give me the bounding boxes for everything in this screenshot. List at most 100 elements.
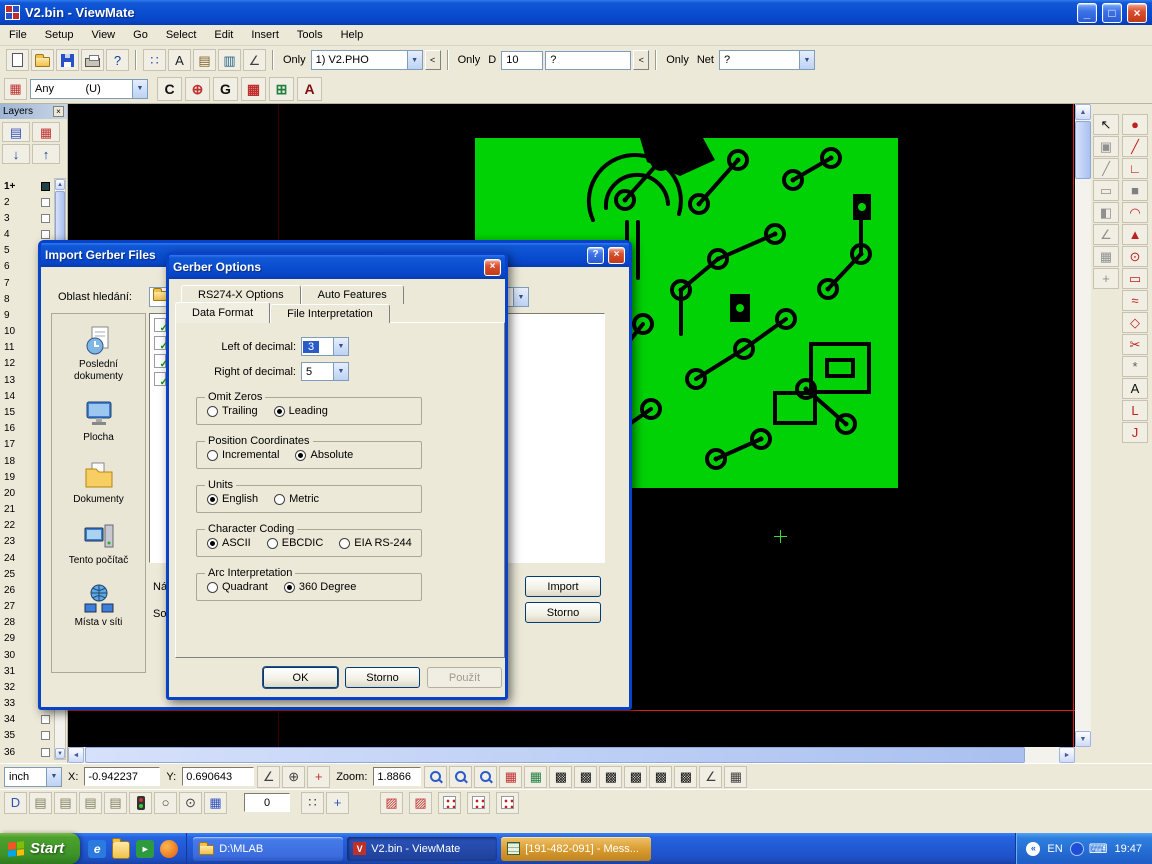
measure-angle-icon[interactable]: ∠ [243, 49, 266, 71]
flash-pad-draw-icon[interactable]: ● [1122, 114, 1148, 135]
angle-2-icon[interactable]: ∠ [699, 766, 722, 788]
origin-icon[interactable]: ⊕ [282, 766, 305, 788]
ruler-1-icon[interactable]: ▤ [29, 792, 52, 814]
pad-view-3-icon[interactable]: ▩ [599, 766, 622, 788]
menu-item[interactable]: Edit [205, 25, 242, 45]
place-desktop[interactable]: Plocha [54, 397, 144, 444]
language-indicator[interactable]: EN [1047, 843, 1062, 855]
scroll-up-icon[interactable]: ▲ [55, 179, 65, 190]
select-cursor-icon[interactable]: ↖ [1093, 114, 1119, 135]
table-2-icon[interactable]: ▦ [724, 766, 747, 788]
layer-colors-icon[interactable]: ▦ [32, 122, 60, 142]
save-icon[interactable] [56, 49, 79, 71]
zoom-point-icon[interactable] [474, 766, 497, 788]
menu-item[interactable]: Tools [288, 25, 332, 45]
radio-option[interactable]: EBCDIC [267, 537, 324, 549]
grid-red-icon[interactable]: ▦ [499, 766, 522, 788]
net-select-combo[interactable]: ? ▼ [719, 50, 815, 70]
gerber-file-check-icon[interactable]: ✓ [154, 336, 166, 350]
dither-1-icon[interactable]: ▨ [380, 792, 403, 814]
layer-swatch[interactable] [41, 198, 50, 207]
layer-swatch[interactable] [41, 715, 50, 724]
radio-option[interactable]: EIA RS-244 [339, 537, 411, 549]
radio-icon[interactable] [207, 582, 218, 593]
radio-icon[interactable] [207, 538, 218, 549]
firefox-icon[interactable] [160, 840, 178, 858]
close-button[interactable]: × [1127, 3, 1147, 23]
radio-option[interactable]: Incremental [207, 449, 279, 461]
pad-view-6-icon[interactable]: ▩ [674, 766, 697, 788]
zoom-value-field[interactable]: 1.8866 [373, 767, 421, 786]
line-draw-icon[interactable]: ╱ [1122, 136, 1148, 157]
tab-file-interpretation[interactable]: File Interpretation [270, 304, 390, 323]
film-dot-2-icon[interactable] [467, 792, 490, 814]
scroll-thumb[interactable] [85, 747, 1025, 763]
menu-item[interactable]: Help [332, 25, 373, 45]
dcode-filter-field[interactable]: ? [545, 51, 631, 70]
start-button[interactable]: Start [0, 833, 80, 864]
crop-tool-icon[interactable]: ▣ [1093, 136, 1119, 157]
apply-button[interactable]: Použít [427, 667, 502, 688]
place-network[interactable]: Místa v síti [54, 582, 144, 629]
zoom-window-icon[interactable] [449, 766, 472, 788]
place-my-computer[interactable]: Tento počítač [54, 520, 144, 567]
dither-2-icon[interactable]: ▨ [409, 792, 432, 814]
radio-icon[interactable] [339, 538, 350, 549]
restore-button[interactable]: □ [1102, 3, 1122, 23]
help-icon[interactable]: ? [587, 247, 604, 264]
traffic-light-icon[interactable] [129, 792, 152, 814]
dcode-table-icon[interactable]: ∷ [143, 49, 166, 71]
task-d-mlab[interactable]: D:\MLAB [193, 837, 343, 861]
grid-green-icon[interactable]: ▦ [524, 766, 547, 788]
radio-icon[interactable] [284, 582, 295, 593]
menu-item[interactable]: View [82, 25, 124, 45]
scroll-up-icon[interactable]: ▲ [1075, 104, 1091, 120]
only-net-label[interactable]: Only [666, 54, 689, 66]
menu-item[interactable]: File [0, 25, 36, 45]
rect-draw-icon[interactable]: ▭ [1122, 268, 1148, 289]
layer-swatch[interactable] [41, 230, 50, 239]
aperture-list-icon[interactable]: A [168, 49, 191, 71]
task-message[interactable]: [191-482-091] - Mess... [501, 837, 651, 861]
tray-language-icon[interactable] [1070, 842, 1084, 856]
cut-draw-icon[interactable]: ✂ [1122, 334, 1148, 355]
aperture-filter-combo[interactable]: Any (U) ▼ [30, 79, 148, 99]
triangle-draw-icon[interactable]: ▲ [1122, 224, 1148, 245]
ruler-2-icon[interactable]: ▤ [54, 792, 77, 814]
chevron-down-icon[interactable]: ▼ [407, 51, 422, 69]
pad-view-1-icon[interactable]: ▩ [549, 766, 572, 788]
probe-icon[interactable]: ⊙ [179, 792, 202, 814]
layer-swatch[interactable] [41, 748, 50, 757]
open-file-icon[interactable] [31, 49, 54, 71]
rect-gray-icon[interactable]: ▭ [1093, 180, 1119, 201]
target-pad-icon[interactable]: ⊞ [269, 77, 294, 101]
ruler-4-icon[interactable]: ▤ [104, 792, 127, 814]
layers-panel-header[interactable]: Layers × [0, 104, 67, 119]
slope-tool-icon[interactable]: ∠ [1093, 224, 1119, 245]
gerber-dialog-titlebar[interactable]: Gerber Options × [169, 255, 505, 279]
close-icon[interactable]: × [484, 259, 501, 276]
radio-icon[interactable] [207, 494, 218, 505]
zoom-in-icon[interactable] [424, 766, 447, 788]
layer-row[interactable]: 35 [2, 728, 52, 744]
layer-row[interactable]: 2 [2, 194, 52, 210]
ruler-3-icon[interactable]: ▤ [79, 792, 102, 814]
g-code-icon[interactable]: G [213, 77, 238, 101]
only-dcode-label[interactable]: Only [458, 54, 481, 66]
chevron-down-icon[interactable]: ▼ [799, 51, 814, 69]
line-gray-icon[interactable]: ╱ [1093, 158, 1119, 179]
pad-view-4-icon[interactable]: ▩ [624, 766, 647, 788]
dcode-d-icon[interactable]: D [4, 792, 27, 814]
gerber-file-check-icon[interactable]: ✓ [154, 354, 166, 368]
chevron-down-icon[interactable]: ▼ [333, 363, 348, 380]
print-icon[interactable] [81, 49, 104, 71]
chevron-down-icon[interactable]: ▼ [46, 768, 61, 786]
layer-table-icon[interactable]: ▤ [2, 122, 30, 142]
scroll-down-icon[interactable]: ▼ [55, 748, 65, 759]
highlight-box-icon[interactable]: ▥ [218, 49, 241, 71]
chevron-down-icon[interactable]: ▼ [333, 338, 348, 355]
flash-pad-icon[interactable]: ⊕ [185, 77, 210, 101]
scroll-thumb[interactable] [1075, 121, 1091, 179]
film-box-icon[interactable]: ▤ [193, 49, 216, 71]
polygon-draw-icon[interactable]: ◇ [1122, 312, 1148, 333]
